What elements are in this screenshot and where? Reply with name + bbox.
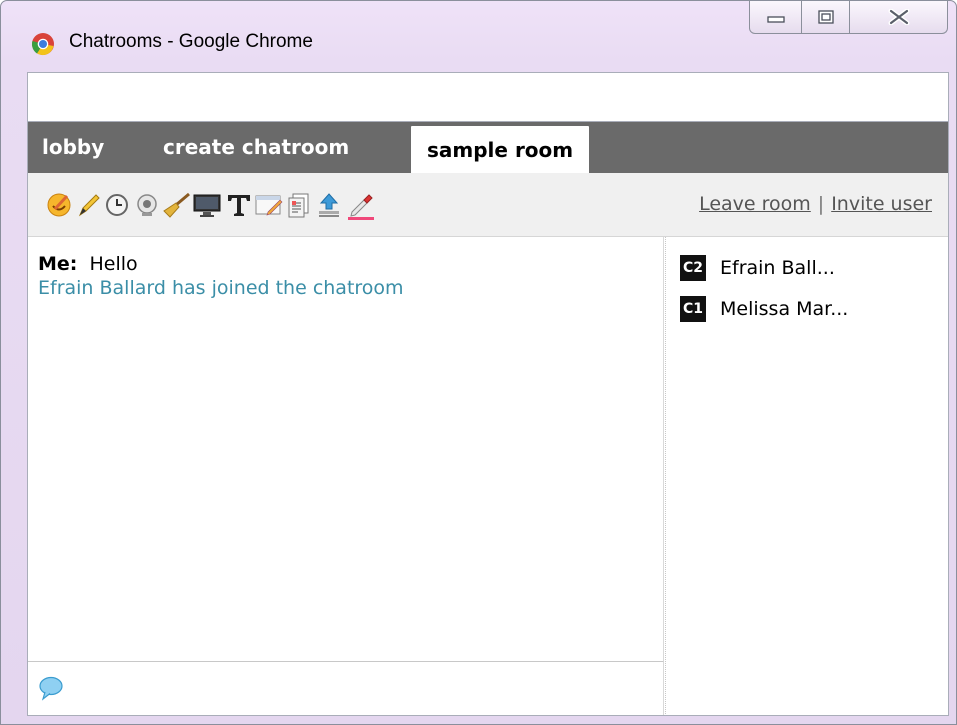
invite-user-link[interactable]: Invite user bbox=[831, 193, 932, 215]
edit-window-icon[interactable] bbox=[254, 189, 284, 221]
window-title: Chatrooms - Google Chrome bbox=[69, 31, 313, 52]
message-speaker: Me: bbox=[38, 253, 78, 275]
message-list: Me: Hello Efrain Ballard has joined the … bbox=[38, 252, 404, 300]
chat-log: Me: Hello Efrain Ballard has joined the … bbox=[28, 237, 664, 661]
message-text: Hello bbox=[89, 253, 138, 275]
minimize-icon bbox=[766, 16, 785, 23]
clock-icon[interactable] bbox=[102, 189, 132, 221]
user-badge: C1 bbox=[680, 296, 706, 322]
close-icon bbox=[888, 9, 909, 25]
pencil-icon[interactable] bbox=[74, 189, 104, 221]
chrome-logo-icon bbox=[31, 33, 54, 56]
message-input-row bbox=[28, 661, 664, 715]
browser-window: Chatrooms - Google Chrome lobby create c… bbox=[0, 0, 957, 725]
broom-icon[interactable] bbox=[162, 189, 192, 221]
room-links: Leave room | Invite user bbox=[699, 193, 932, 215]
upload-icon[interactable] bbox=[314, 189, 344, 221]
tab-sample-room[interactable]: sample room bbox=[411, 126, 590, 173]
user-list-item[interactable]: C2 Efrain Ball... bbox=[680, 254, 835, 282]
link-separator: | bbox=[817, 193, 825, 215]
speech-bubble-icon[interactable] bbox=[38, 675, 64, 701]
room-toolbar: Leave room | Invite user bbox=[28, 173, 948, 237]
maximize-icon bbox=[817, 10, 834, 24]
leave-room-link[interactable]: Leave room bbox=[699, 193, 811, 215]
tab-bar: lobby create chatroom sample room bbox=[28, 122, 948, 173]
webcam-icon[interactable] bbox=[132, 189, 162, 221]
user-list: C2 Efrain Ball... C1 Melissa Mar... bbox=[665, 237, 948, 715]
documents-icon[interactable] bbox=[284, 189, 314, 221]
title-bar[interactable]: Chatrooms - Google Chrome bbox=[1, 1, 956, 71]
minimize-button[interactable] bbox=[749, 1, 802, 34]
maximize-button[interactable] bbox=[801, 1, 850, 34]
user-badge: C2 bbox=[680, 255, 706, 281]
monitor-icon[interactable] bbox=[192, 189, 222, 221]
page-content: lobby create chatroom sample room Leave … bbox=[27, 122, 949, 716]
address-bar[interactable] bbox=[27, 72, 949, 122]
user-name: Efrain Ball... bbox=[720, 257, 835, 279]
text-icon[interactable] bbox=[224, 189, 254, 221]
tab-create-chatroom[interactable]: create chatroom bbox=[163, 122, 349, 173]
chat-message: Me: Hello bbox=[38, 252, 404, 276]
emoticon-icon[interactable] bbox=[44, 189, 74, 221]
close-button[interactable] bbox=[849, 1, 948, 34]
color-picker-icon[interactable] bbox=[346, 189, 376, 221]
user-list-item[interactable]: C1 Melissa Mar... bbox=[680, 295, 848, 323]
system-message: Efrain Ballard has joined the chatroom bbox=[38, 277, 404, 299]
tab-lobby[interactable]: lobby bbox=[42, 122, 104, 173]
user-name: Melissa Mar... bbox=[720, 298, 849, 320]
chat-input[interactable] bbox=[68, 670, 652, 708]
